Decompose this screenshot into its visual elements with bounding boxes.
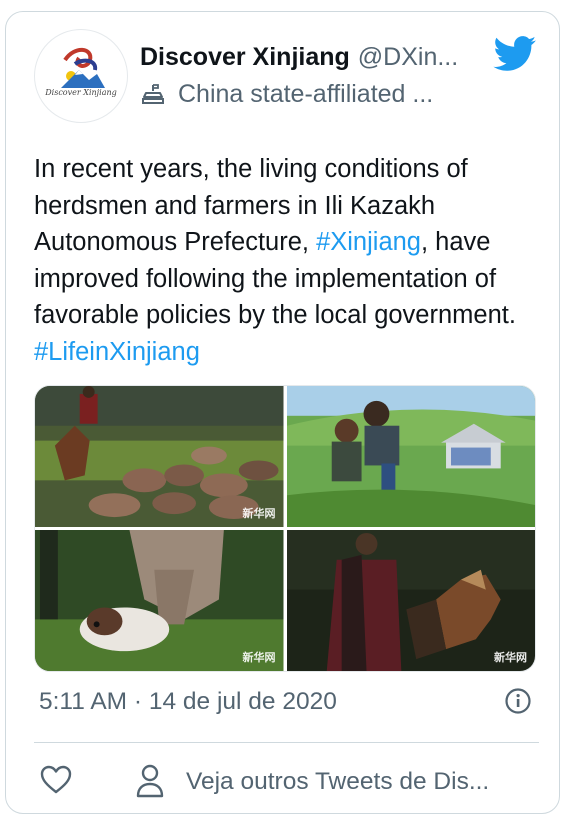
watermark: 新华网 — [242, 651, 276, 664]
horse-rider-photo[interactable]: 新华网 — [286, 530, 535, 671]
twitter-bird-icon[interactable] — [493, 36, 537, 72]
hashtag-lifeinxinjiang[interactable]: #LifeinXinjiang — [34, 338, 200, 366]
info-icon[interactable] — [504, 687, 532, 715]
hashtag-xinjiang[interactable]: #Xinjiang — [316, 228, 421, 256]
state-affiliated-icon — [142, 84, 164, 104]
horseman-and-sheep-photo[interactable]: 新华网 — [35, 386, 284, 527]
heart-icon[interactable] — [39, 764, 73, 796]
timestamp[interactable]: 5:11 AM · 14 de jul de 2020 — [39, 688, 337, 715]
author-name-row[interactable]: Discover Xinjiang @DXin... — [140, 42, 458, 72]
discover-xinjiang-logo — [61, 47, 105, 88]
media-grid: 新华网 新华网 新华网 — [34, 385, 536, 672]
avatar[interactable]: Discover Xinjiang — [34, 29, 128, 123]
tweet-text: In recent years, the living conditions o… — [34, 151, 539, 370]
display-name[interactable]: Discover Xinjiang — [140, 43, 350, 71]
tweet-card[interactable]: Discover Xinjiang Discover Xinjiang @DXin… — [5, 11, 560, 814]
watermark: 新华网 — [242, 507, 276, 520]
divider — [34, 742, 539, 743]
person-icon[interactable] — [136, 764, 164, 798]
cow-and-calf-photo[interactable]: 新华网 — [35, 530, 284, 671]
affiliation-text: China state-affiliated ... — [178, 80, 434, 108]
state-affiliation-label[interactable]: China state-affiliated ... — [140, 79, 433, 109]
children-playing-photo[interactable] — [286, 386, 535, 527]
more-tweets-link[interactable]: Veja outros Tweets de Dis... — [186, 767, 489, 797]
timestamp-row: 5:11 AM · 14 de jul de 2020 — [39, 687, 539, 717]
watermark: 新华网 — [494, 651, 527, 664]
user-handle[interactable]: @DXin... — [358, 43, 458, 71]
avatar-caption: Discover Xinjiang — [45, 88, 117, 97]
